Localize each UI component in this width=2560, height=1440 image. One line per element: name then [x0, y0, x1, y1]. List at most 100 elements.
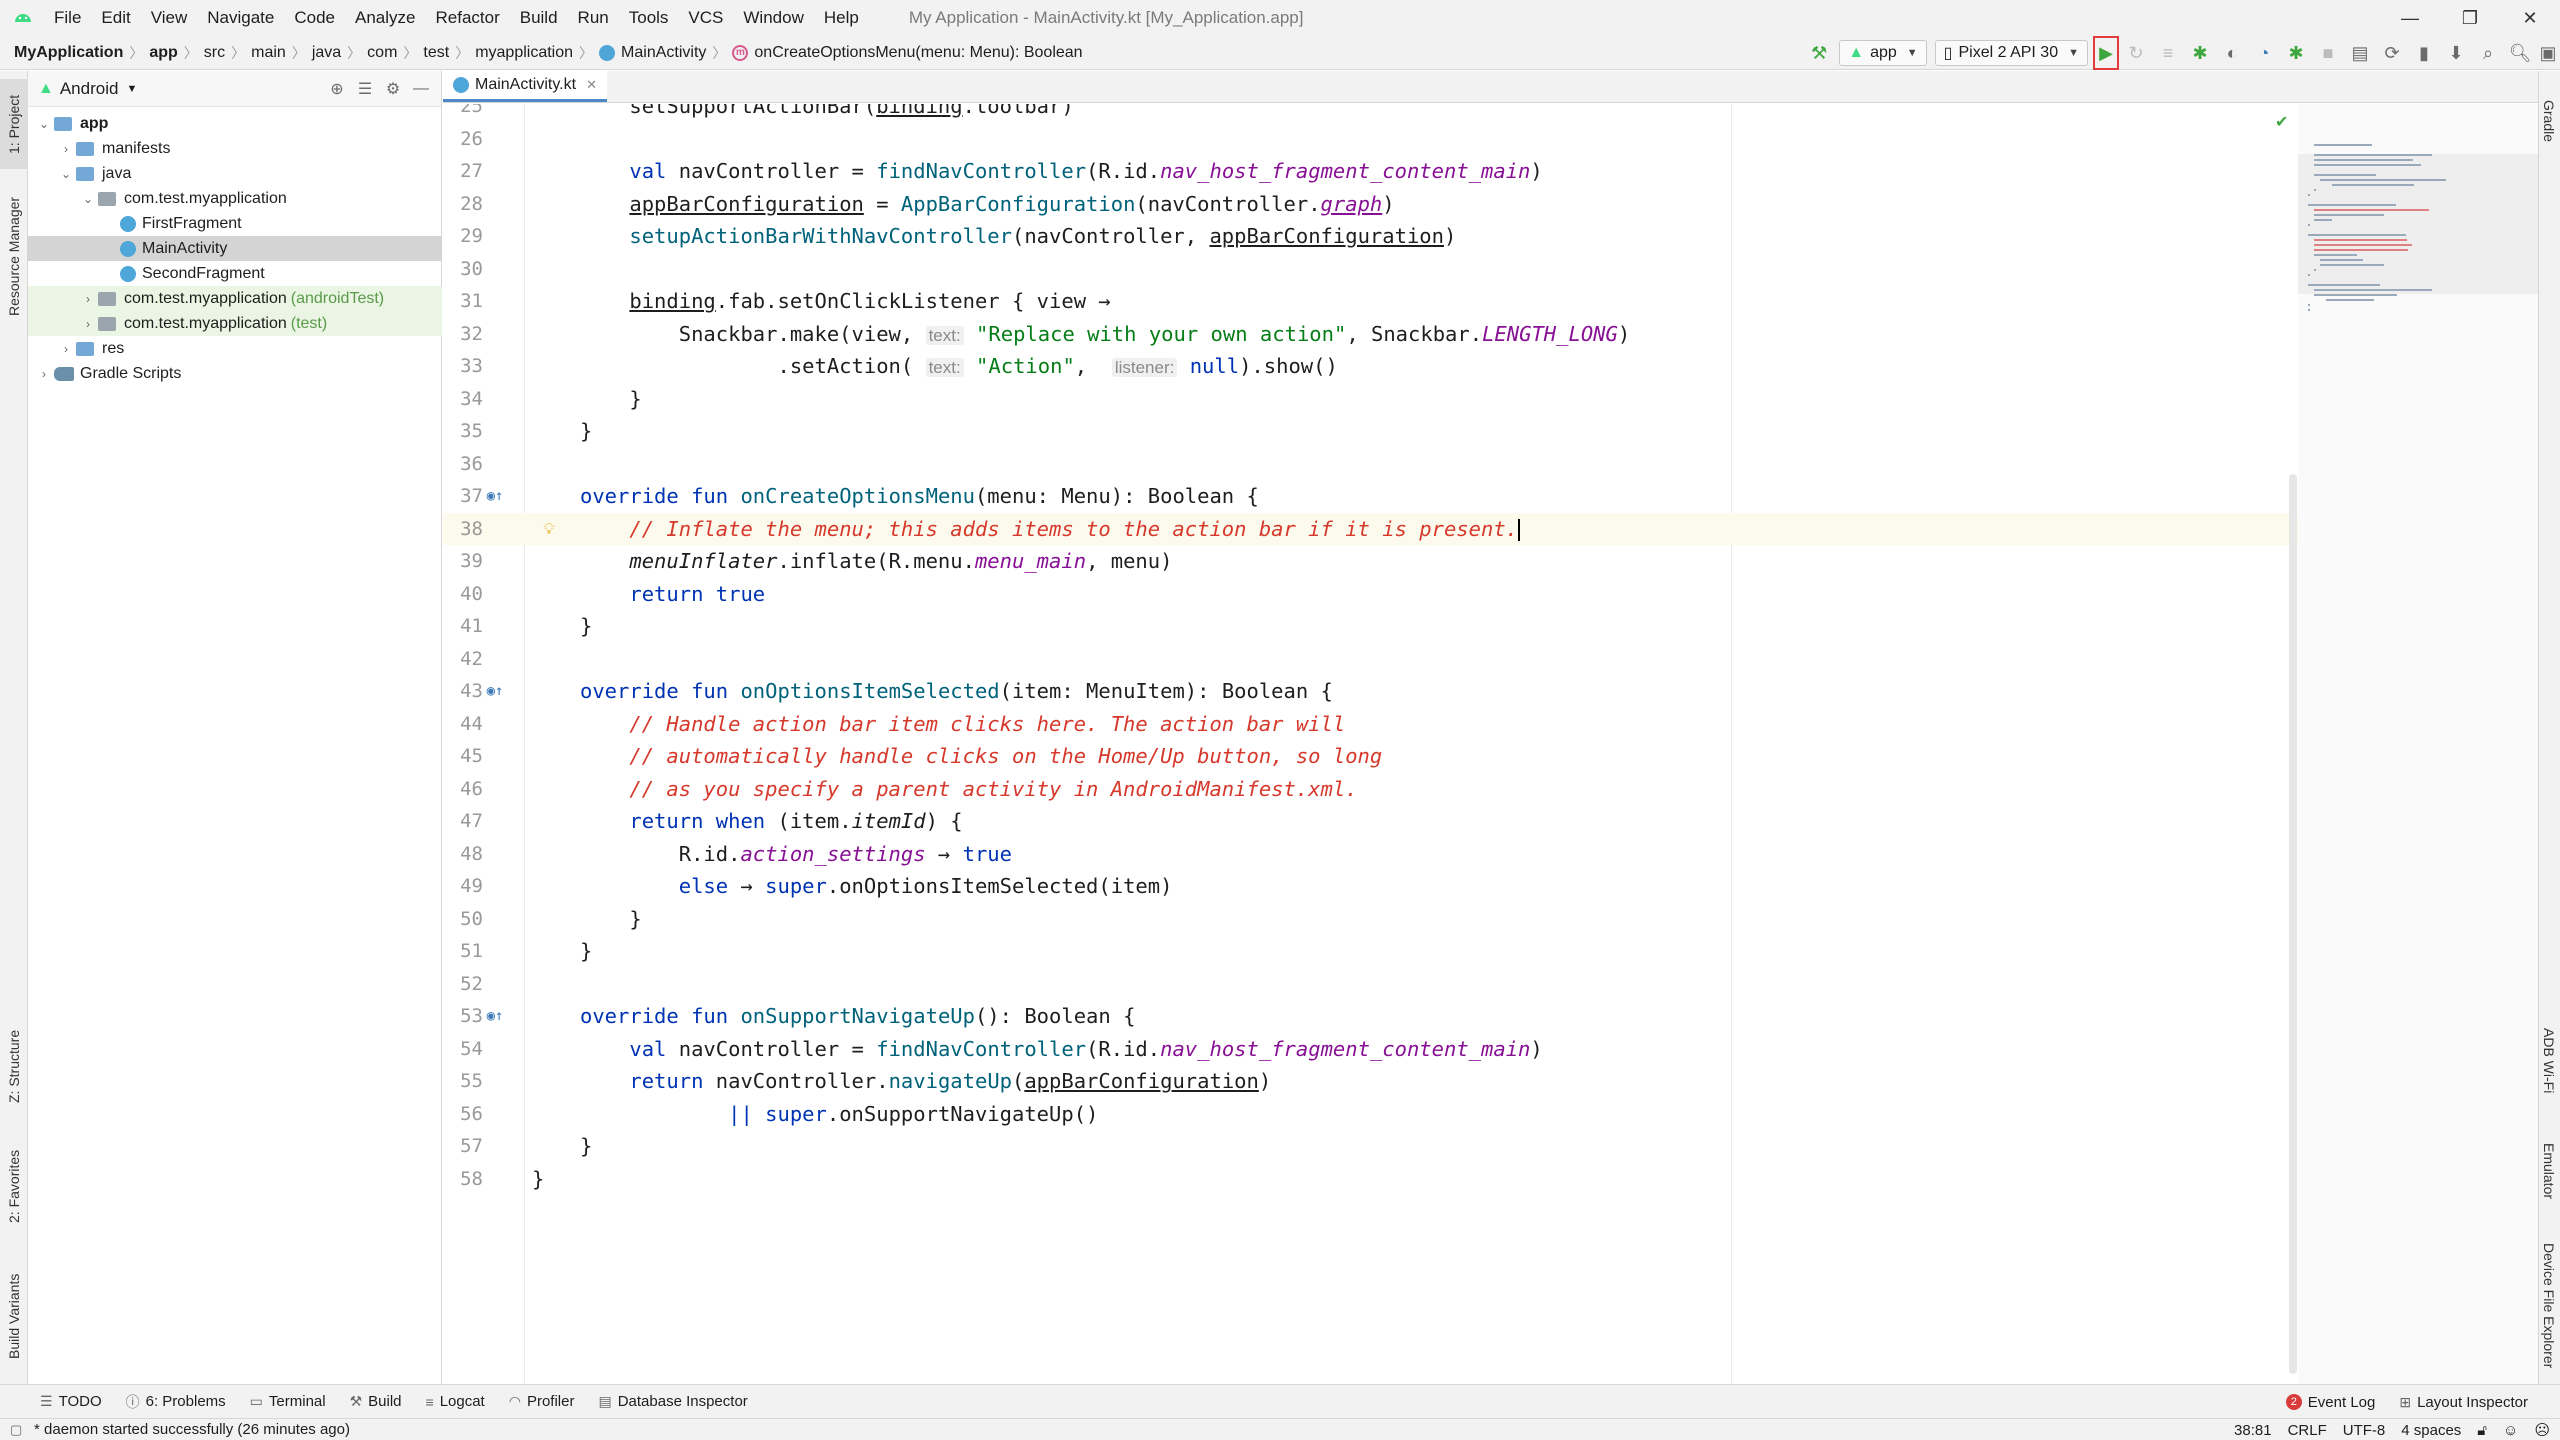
line-separator[interactable]: CRLF	[2288, 1422, 2327, 1439]
chevron-down-icon[interactable]: ⌄	[34, 117, 54, 131]
tree-item[interactable]: › com.test.myapplication (androidTest)	[28, 286, 442, 311]
avd-manager-icon[interactable]: ▮	[2409, 38, 2439, 68]
menu-vcs[interactable]: VCS	[678, 0, 733, 36]
menu-view[interactable]: View	[141, 0, 198, 36]
make-project-hammer-icon[interactable]: ⚒	[1804, 38, 1834, 68]
menu-build[interactable]: Build	[510, 0, 568, 36]
code-line[interactable]: 39 menuInflater.inflate(R.menu.menu_main…	[443, 545, 2443, 578]
code-line[interactable]: 34 }	[443, 383, 2443, 416]
menu-file[interactable]: File	[44, 0, 91, 36]
code-line[interactable]: 35}	[443, 415, 2443, 448]
menu-code[interactable]: Code	[284, 0, 345, 36]
tree-item[interactable]: › manifests	[28, 136, 442, 161]
file-encoding[interactable]: UTF-8	[2343, 1422, 2386, 1439]
breadcrumb-item[interactable]: MyApplication	[8, 44, 129, 62]
tool-window-build[interactable]: ⚒ Build	[338, 1393, 414, 1410]
code-line[interactable]: 42	[443, 643, 2443, 676]
stop-icon[interactable]: ■	[2313, 38, 2343, 68]
code-line[interactable]: 46 // as you specify a parent activity i…	[443, 773, 2443, 806]
status-message[interactable]: * daemon started successfully (26 minute…	[34, 1421, 350, 1438]
smiley-icon[interactable]: ☺	[2503, 1422, 2518, 1439]
tab-emulator[interactable]: Emulator	[2538, 1121, 2560, 1221]
tab-structure[interactable]: Z: Structure	[0, 1011, 28, 1121]
locate-file-icon[interactable]: ⊕	[323, 79, 351, 99]
device-select[interactable]: ▯ Pixel 2 API 30 ▼	[1934, 40, 2088, 66]
code-line[interactable]: 45 // automatically handle clicks on the…	[443, 740, 2443, 773]
breadcrumb-item[interactable]: m onCreateOptionsMenu(menu: Menu): Boolea…	[726, 44, 1088, 62]
code-line[interactable]: 52	[443, 968, 2443, 1001]
tree-item[interactable]: ⌄ java	[28, 161, 442, 186]
tab-build-variants[interactable]: Build Variants	[0, 1256, 28, 1376]
vertical-scrollbar[interactable]	[2289, 474, 2297, 1374]
chevron-right-icon[interactable]: ›	[56, 142, 76, 156]
chevron-right-icon[interactable]: ›	[34, 367, 54, 381]
tool-window-todo[interactable]: ☰ TODO	[28, 1393, 114, 1410]
code-line[interactable]: 31 binding.fab.setOnClickListener { view…	[443, 285, 2443, 318]
menu-navigate[interactable]: Navigate	[197, 0, 284, 36]
tool-window-database-inspector[interactable]: ▤ Database Inspector	[586, 1393, 759, 1410]
override-marker-icon[interactable]: ◉↑	[485, 488, 505, 504]
chevron-right-icon[interactable]: ›	[56, 342, 76, 356]
code-line[interactable]: 58}	[443, 1163, 2443, 1196]
menu-help[interactable]: Help	[814, 0, 869, 36]
close-window-button[interactable]: ✕	[2500, 0, 2560, 36]
code-line[interactable]: 32 Snackbar.make(view, text: "Replace wi…	[443, 318, 2443, 351]
code-line[interactable]: 33 .setAction( text: "Action", listener:…	[443, 350, 2443, 383]
tab-favorites[interactable]: 2: Favorites	[0, 1131, 28, 1241]
breadcrumb-item[interactable]: test	[417, 44, 455, 62]
tree-item[interactable]: ⌄ app	[28, 111, 442, 136]
code-line[interactable]: 40 return true	[443, 578, 2443, 611]
code-line[interactable]: 53 ◉↑ override fun onSupportNavigateUp(): …	[443, 1000, 2443, 1033]
code-line[interactable]: 54 val navController = findNavController…	[443, 1033, 2443, 1066]
tree-item[interactable]: › com.test.myapplication (test)	[28, 311, 442, 336]
breadcrumb-item[interactable]: main	[245, 44, 292, 62]
menu-run[interactable]: Run	[568, 0, 619, 36]
layout-inspector-button[interactable]: ⊞ Layout Inspector	[2387, 1394, 2540, 1411]
menu-refactor[interactable]: Refactor	[425, 0, 509, 36]
tree-item[interactable]: FirstFragment	[28, 211, 442, 236]
code-line[interactable]: 36	[443, 448, 2443, 481]
code-line[interactable]: 55 return navController.navigateUp(appBa…	[443, 1065, 2443, 1098]
chevron-down-icon[interactable]: ⌄	[56, 167, 76, 181]
event-log-button[interactable]: 2 Event Log	[2274, 1394, 2388, 1411]
minimize-button[interactable]: —	[2380, 0, 2440, 36]
tree-item[interactable]: › res	[28, 336, 442, 361]
collapse-all-icon[interactable]: ☰	[351, 79, 379, 99]
tab-project[interactable]: 1: Project	[0, 79, 28, 169]
tree-item[interactable]: ⌄ com.test.myapplication	[28, 186, 442, 211]
attach-debugger-icon[interactable]: ✱	[2281, 38, 2311, 68]
code-editor[interactable]: 25 setSupportActionBar(binding.toolbar) 2…	[443, 104, 2538, 1384]
tab-mainactivity[interactable]: MainActivity.kt ✕	[443, 70, 607, 102]
lock-icon[interactable]: 🔓︎	[2477, 1422, 2487, 1439]
menu-window[interactable]: Window	[733, 0, 813, 36]
search-icon[interactable]: 🔍︎	[2505, 38, 2535, 68]
sdk-manager-icon[interactable]: ⬇	[2441, 38, 2471, 68]
maximize-button[interactable]: ❐	[2440, 0, 2500, 36]
code-line[interactable]: 26	[443, 123, 2443, 156]
tool-window-logcat[interactable]: ≡ Logcat	[414, 1393, 497, 1410]
apply-changes-icon[interactable]: ↻	[2121, 38, 2151, 68]
tab-adb-wifi[interactable]: ADB Wi-Fi	[2538, 1011, 2560, 1111]
code-line[interactable]: 50 }	[443, 903, 2443, 936]
code-line[interactable]: 57}	[443, 1130, 2443, 1163]
apply-code-changes-icon[interactable]: ≡	[2153, 38, 2183, 68]
tool-window-profiler[interactable]: ◠ Profiler	[497, 1393, 587, 1410]
tool-window-terminal[interactable]: ▭ Terminal	[238, 1393, 338, 1410]
menu-tools[interactable]: Tools	[619, 0, 679, 36]
frown-icon[interactable]: ☹	[2534, 1421, 2550, 1439]
chevron-right-icon[interactable]: ›	[78, 292, 98, 306]
tree-item[interactable]: MainActivity	[28, 236, 442, 261]
code-line[interactable]: 37 ◉↑ override fun onCreateOptionsMenu(men…	[443, 480, 2443, 513]
override-marker-icon[interactable]: ◉↑	[485, 683, 505, 699]
override-marker-icon[interactable]: ◉↑	[485, 1008, 505, 1024]
coverage-icon[interactable]: ◐	[2217, 38, 2247, 68]
profile-icon[interactable]: ◔	[2249, 38, 2279, 68]
project-view-select[interactable]: Android	[60, 79, 119, 99]
code-line[interactable]: 29 setupActionBarWithNavController(navCo…	[443, 220, 2443, 253]
code-line[interactable]: 49 else → super.onOptionsItemSelected(it…	[443, 870, 2443, 903]
breadcrumb-item[interactable]: myapplication	[469, 44, 579, 62]
code-line[interactable]: 41}	[443, 610, 2443, 643]
debug-icon[interactable]: ✱	[2185, 38, 2215, 68]
sync-gradle-icon[interactable]: ⟳	[2377, 38, 2407, 68]
code-line[interactable]: 56 || super.onSupportNavigateUp()	[443, 1098, 2443, 1131]
